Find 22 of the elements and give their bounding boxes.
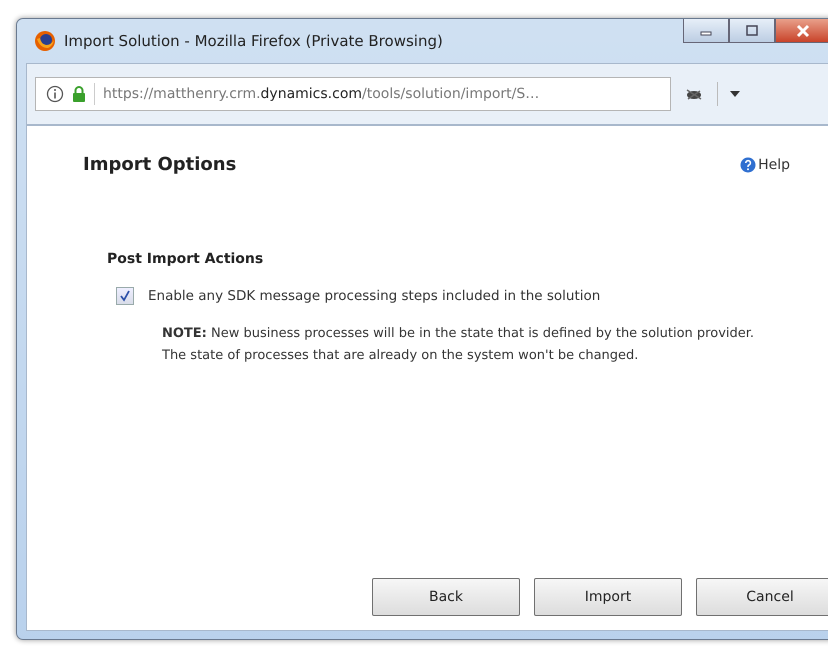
firefox-logo-icon: [34, 30, 56, 52]
back-button[interactable]: Back: [372, 578, 520, 616]
note-text: NOTE: New business processes will be in the state that is defined by the solution provider. The state of processes that are already on the system won't be changed.: [162, 325, 756, 365]
info-icon: [46, 85, 64, 103]
minimize-button[interactable]: [683, 19, 729, 43]
checkbox[interactable]: [116, 287, 134, 305]
dropdown-caret-icon[interactable]: [730, 91, 740, 97]
help-icon: [740, 156, 756, 172]
maximize-icon: [745, 24, 759, 36]
close-icon: [795, 24, 811, 38]
url-text: https://matthenry.crm.dynamics.com/tools/solution/import/S…: [103, 86, 540, 102]
dialog-title: Import Options: [83, 154, 236, 175]
checkbox-label: Enable any SDK message processing steps included in the solution: [148, 287, 602, 306]
import-button[interactable]: Import: [534, 578, 682, 616]
section-heading: Post Import Actions: [107, 251, 264, 267]
window-title: Import Solution - Mozilla Firefox (Private Browsing): [64, 32, 443, 50]
maximize-button[interactable]: [729, 19, 775, 43]
address-field[interactable]: https://matthenry.crm.dynamics.com/tools/solution/import/S…: [35, 77, 671, 111]
lock-icon: [72, 85, 86, 103]
close-button[interactable]: [775, 19, 828, 43]
help-link[interactable]: Help: [740, 156, 790, 172]
cancel-button[interactable]: Cancel: [696, 578, 828, 616]
